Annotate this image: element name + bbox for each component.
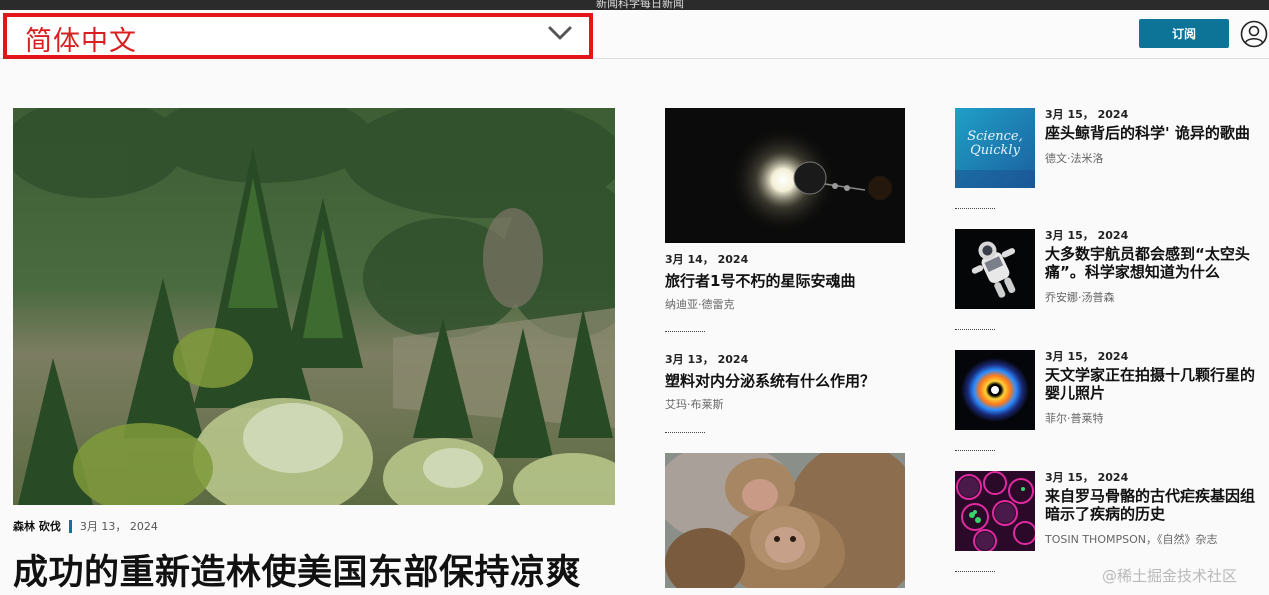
article-date: 3月 14， 2024 <box>665 253 749 266</box>
protoplanetary-disk-thumbnail[interactable] <box>955 350 1035 430</box>
divider <box>955 450 995 451</box>
article-title[interactable]: 来自罗马骨骼的古代疟疾基因组暗示了疾病的历史 <box>1045 487 1260 523</box>
article-date: 3月 15， 2024 <box>1045 471 1129 484</box>
article-date: 3月 15， 2024 <box>1045 108 1129 121</box>
article-title[interactable]: 大多数宇航员都会感到“太空头痛”。科学家想知道为什么 <box>1045 245 1260 281</box>
meta-separator <box>68 519 72 533</box>
subscribe-button[interactable]: 订阅 <box>1139 19 1229 48</box>
article-date: 3月 13， 2024 <box>665 353 749 366</box>
top-strip: 新闻科学每日新闻 <box>0 0 1269 10</box>
chevron-down-icon <box>548 26 572 40</box>
divider <box>955 571 995 572</box>
divider <box>665 432 705 433</box>
lead-story-title[interactable]: 成功的重新造林使美国东部保持凉爽 <box>13 544 581 595</box>
malaria-cells-thumbnail[interactable] <box>955 471 1035 551</box>
article-author[interactable]: 纳迪亚·德雷克 <box>665 296 735 312</box>
watermark: @稀土掘金技术社区 <box>1102 567 1238 585</box>
user-account-icon[interactable] <box>1240 20 1268 48</box>
article-author[interactable]: 艾玛·布莱斯 <box>665 396 724 412</box>
article-title[interactable]: 天文学家正在拍摄十几颗行星的婴儿照片 <box>1045 366 1260 402</box>
article-author[interactable]: TOSIN THOMPSON，《自然》杂志 <box>1045 531 1217 547</box>
divider <box>955 208 995 209</box>
divider <box>955 329 995 330</box>
lead-story-meta: 森林 砍伐 3月 13， 2024 <box>13 518 158 534</box>
voyager-article-image[interactable] <box>665 108 905 243</box>
article-date: 3月 15， 2024 <box>1045 350 1129 363</box>
article-title[interactable]: 塑料对内分泌系统有什么作用？ <box>665 370 875 391</box>
podcast-logo-text: Science, Quickly <box>967 129 1023 158</box>
lead-story-image[interactable] <box>13 108 615 505</box>
article-title[interactable]: 旅行者1号不朽的星际安魂曲 <box>665 270 855 291</box>
lead-story-category[interactable]: 森林 砍伐 <box>13 518 61 534</box>
article-title[interactable]: 座头鲸背后的科学' 诡异的歌曲 <box>1045 124 1260 142</box>
article-author[interactable]: 乔安娜·汤普森 <box>1045 289 1115 305</box>
monkeys-article-image[interactable] <box>665 453 905 588</box>
article-author[interactable]: 德文·法米洛 <box>1045 150 1104 166</box>
language-select-value: 简体中文 <box>25 26 137 57</box>
article-author[interactable]: 菲尔·普莱特 <box>1045 410 1104 426</box>
language-select[interactable]: 简体中文 <box>3 13 593 59</box>
top-strip-text: 新闻科学每日新闻 <box>596 0 684 10</box>
divider <box>665 331 705 332</box>
site-header: 简体中文 订阅 <box>0 10 1269 59</box>
article-date: 3月 15， 2024 <box>1045 229 1129 242</box>
lead-story-date: 3月 13， 2024 <box>79 520 158 533</box>
astronaut-thumbnail[interactable] <box>955 229 1035 309</box>
